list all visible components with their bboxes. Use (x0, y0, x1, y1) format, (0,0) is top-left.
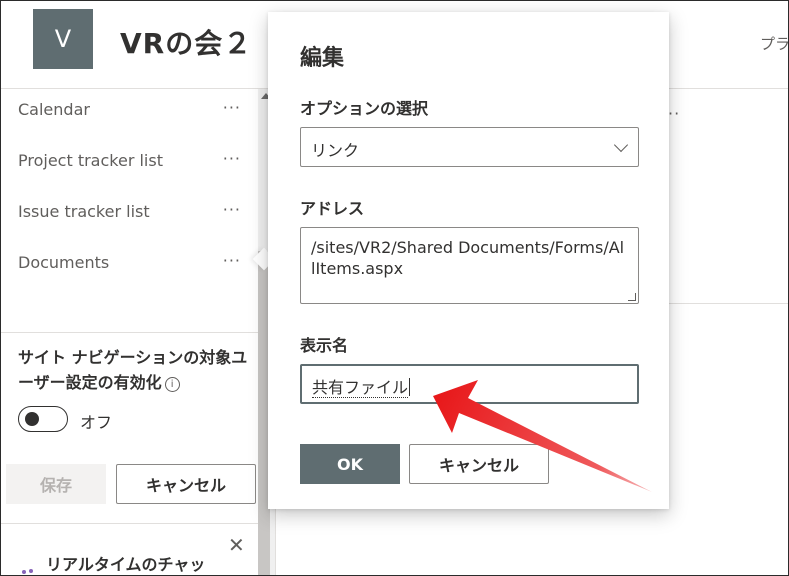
audience-targeting-label: サイト ナビゲーションの対象ユーザー設定の有効化 i (18, 345, 248, 395)
dialog-cancel-button[interactable]: キャンセル (409, 444, 549, 484)
resize-grip-icon[interactable] (628, 293, 636, 301)
nav-item-issue-tracker[interactable]: Issue tracker list ··· (18, 196, 253, 226)
close-icon[interactable]: ✕ (228, 533, 245, 557)
site-title[interactable]: VRの会２ (120, 22, 252, 62)
site-logo[interactable]: V (33, 9, 93, 69)
chevron-down-icon (613, 137, 629, 153)
nav-divider (0, 523, 258, 524)
toggle-knob (25, 412, 39, 426)
toggle-state-label: オフ (80, 413, 113, 432)
nav-item-label: Issue tracker list (18, 201, 150, 221)
nav-item-calendar[interactable]: Calendar ··· (18, 94, 253, 124)
more-options-icon[interactable]: ··· (223, 149, 241, 168)
display-name-field[interactable]: 共有ファイル (300, 364, 639, 404)
save-button[interactable]: 保存 (6, 464, 106, 504)
address-field[interactable]: /sites/VR2/Shared Documents/Forms/AllIte… (300, 227, 639, 304)
nav-item-label: Calendar (18, 99, 90, 119)
info-icon[interactable]: i (164, 377, 180, 392)
ok-button[interactable]: OK (300, 444, 400, 484)
text-caret (409, 378, 411, 396)
chat-panel-title: リアルタイムのチャッ (46, 555, 206, 574)
display-name-value: 共有ファイル (312, 374, 411, 398)
chat-icon (20, 567, 38, 576)
more-options-icon[interactable]: ··· (223, 251, 241, 270)
nav-cancel-button[interactable]: キャンセル (116, 464, 256, 504)
nav-item-project-tracker[interactable]: Project tracker list ··· (18, 145, 253, 175)
display-name-label: 表示名 (300, 336, 349, 355)
more-options-icon[interactable]: ··· (223, 98, 241, 117)
option-select-value: リンク (311, 141, 360, 160)
address-label: アドレス (300, 199, 365, 218)
address-value: /sites/VR2/Shared Documents/Forms/AllIte… (311, 238, 625, 278)
option-select[interactable]: リンク (300, 127, 639, 167)
audience-targeting-toggle[interactable] (18, 406, 68, 432)
dialog-title: 編集 (300, 46, 345, 71)
site-navigation: Calendar ··· Project tracker list ··· Is… (0, 89, 258, 576)
nav-item-label: Documents (18, 252, 110, 272)
more-options-icon[interactable]: ·· (668, 104, 680, 123)
nav-item-documents[interactable]: Documents ··· (18, 247, 253, 277)
nav-item-label: Project tracker list (18, 150, 163, 170)
edit-link-dialog: 編集 オプションの選択 リンク アドレス /sites/VR2/Shared D… (268, 12, 669, 509)
nav-divider (0, 332, 258, 333)
header-right-text[interactable]: プラ (760, 33, 789, 54)
audience-targeting-text: サイト ナビゲーションの対象ユーザー設定の有効化 (18, 348, 248, 392)
option-select-label: オプションの選択 (300, 99, 429, 118)
display-name-text: 共有ファイル (312, 378, 409, 398)
more-options-icon[interactable]: ··· (223, 200, 241, 219)
